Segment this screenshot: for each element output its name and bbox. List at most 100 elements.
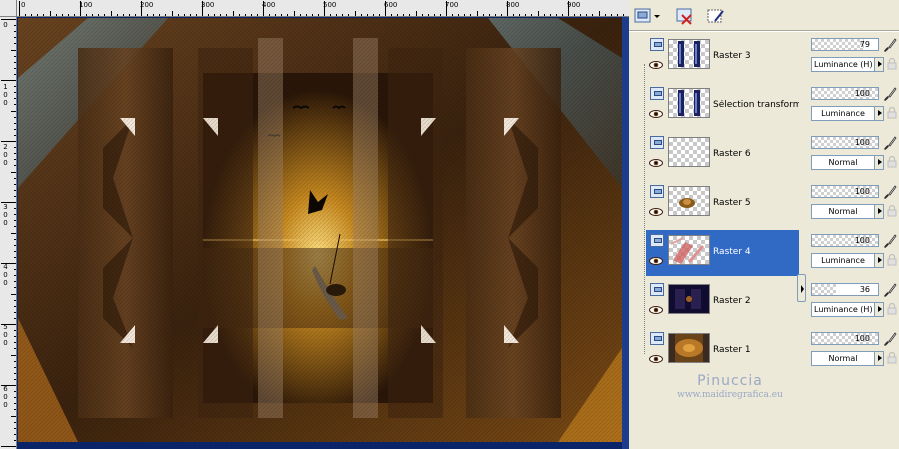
horizontal-ruler: 0 100 200 300 400 500 600 700 800 900 bbox=[17, 0, 629, 17]
layer-name[interactable]: Sélection transformée bbox=[713, 100, 799, 110]
new-layer-icon bbox=[634, 8, 660, 23]
blend-mode-dropdown-arrow[interactable] bbox=[874, 57, 884, 72]
layer-row[interactable]: Raster 4 bbox=[646, 230, 799, 276]
brush-icon[interactable] bbox=[881, 86, 897, 102]
eye-icon[interactable] bbox=[649, 306, 663, 314]
eye-icon[interactable] bbox=[649, 257, 663, 265]
layer-name[interactable]: Raster 6 bbox=[713, 149, 799, 159]
lock-icon[interactable] bbox=[887, 254, 897, 266]
brush-icon[interactable] bbox=[881, 184, 897, 200]
blend-mode-dropdown-arrow[interactable] bbox=[874, 351, 884, 366]
layer-name[interactable]: Raster 3 bbox=[713, 51, 799, 61]
blend-mode-select[interactable]: Luminance (H) bbox=[811, 57, 875, 72]
lock-icon[interactable] bbox=[887, 107, 897, 119]
opacity-value: 100 bbox=[854, 138, 870, 147]
layer-thumbnail[interactable] bbox=[668, 186, 710, 216]
blend-mode-dropdown-arrow[interactable] bbox=[874, 155, 884, 170]
blend-mode-select[interactable]: Luminance bbox=[811, 106, 875, 121]
eye-icon[interactable] bbox=[649, 355, 663, 363]
ruler-label-0: 0 bbox=[21, 1, 26, 9]
opacity-slider[interactable]: 100 bbox=[811, 234, 879, 247]
layer-thumbnail[interactable] bbox=[668, 137, 710, 167]
opacity-slider[interactable]: 100 bbox=[811, 136, 879, 149]
layer-row[interactable]: Raster 6 bbox=[646, 132, 799, 178]
ruler-label-900: 900 bbox=[567, 1, 581, 9]
layer-group-icon[interactable] bbox=[650, 136, 664, 149]
artwork-image bbox=[18, 18, 622, 442]
delete-layer-button[interactable] bbox=[674, 6, 696, 26]
opacity-slider[interactable]: 100 bbox=[811, 332, 879, 345]
brush-icon[interactable] bbox=[881, 135, 897, 151]
layer-list-scroll-thumb[interactable] bbox=[797, 274, 806, 302]
opacity-value: 100 bbox=[854, 187, 870, 196]
layer-thumbnail[interactable] bbox=[668, 88, 710, 118]
layer-thumbnail[interactable] bbox=[668, 235, 710, 265]
layer-row[interactable]: Raster 2 bbox=[646, 279, 799, 325]
opacity-value: 100 bbox=[854, 334, 870, 343]
brush-icon[interactable] bbox=[881, 233, 897, 249]
blend-mode-dropdown-arrow[interactable] bbox=[874, 253, 884, 268]
eye-icon[interactable] bbox=[649, 61, 663, 69]
layer-group-icon[interactable] bbox=[650, 185, 664, 198]
ruler-corner bbox=[0, 0, 17, 17]
ruler-label-100: 100 bbox=[79, 1, 93, 9]
brush-icon[interactable] bbox=[881, 37, 897, 53]
layer-thumbnail[interactable] bbox=[668, 284, 710, 314]
layer-row[interactable]: Raster 5 bbox=[646, 181, 799, 227]
brush-icon[interactable] bbox=[881, 331, 897, 347]
eye-icon[interactable] bbox=[649, 208, 663, 216]
layer-thumbnail[interactable] bbox=[668, 39, 710, 69]
ruler-label-200: 200 bbox=[140, 1, 154, 9]
opacity-slider[interactable]: 100 bbox=[811, 87, 879, 100]
blend-mode-select[interactable]: Luminance (H) bbox=[811, 302, 875, 317]
ruler-label-700: 700 bbox=[445, 1, 459, 9]
opacity-slider[interactable]: 100 bbox=[811, 185, 879, 198]
layer-group-icon[interactable] bbox=[650, 87, 664, 100]
layer-group-icon[interactable] bbox=[650, 332, 664, 345]
layer-thumbnail[interactable] bbox=[668, 333, 710, 363]
ruler-label-300: 300 bbox=[201, 1, 215, 9]
eye-icon[interactable] bbox=[649, 159, 663, 167]
delete-layer-icon bbox=[676, 8, 692, 25]
ruler-label-800: 800 bbox=[506, 1, 520, 9]
vruler-label-0: 0 bbox=[3, 21, 8, 29]
canvas-window: 0 100 200 300 400 500 600 700 800 900 0 … bbox=[0, 0, 629, 449]
blend-mode-dropdown-arrow[interactable] bbox=[874, 302, 884, 317]
opacity-fill bbox=[812, 39, 864, 50]
opacity-value: 79 bbox=[859, 40, 870, 49]
lock-icon[interactable] bbox=[887, 156, 897, 168]
layer-properties-button[interactable] bbox=[705, 6, 727, 26]
canvas-scroll-edge[interactable] bbox=[622, 17, 629, 449]
layer-row[interactable]: Raster 1 bbox=[646, 328, 799, 374]
opacity-slider[interactable]: 79 bbox=[811, 38, 879, 51]
canvas-artwork[interactable] bbox=[18, 18, 622, 442]
layer-group-icon[interactable] bbox=[650, 234, 664, 247]
ruler-label-600: 600 bbox=[384, 1, 398, 9]
layer-name[interactable]: Raster 2 bbox=[713, 296, 799, 306]
layer-properties-row: 100 Normal bbox=[808, 132, 899, 178]
opacity-value: 100 bbox=[854, 236, 870, 245]
blend-mode-select[interactable]: Normal bbox=[811, 204, 875, 219]
blend-mode-select[interactable]: Normal bbox=[811, 155, 875, 170]
blend-mode-select[interactable]: Luminance bbox=[811, 253, 875, 268]
layer-group-icon[interactable] bbox=[650, 38, 664, 51]
lock-icon[interactable] bbox=[887, 58, 897, 70]
new-layer-button[interactable] bbox=[633, 6, 661, 26]
eye-icon[interactable] bbox=[649, 110, 663, 118]
layer-properties-row: 100 Luminance bbox=[808, 230, 899, 276]
blend-mode-select[interactable]: Normal bbox=[811, 351, 875, 366]
layer-row[interactable]: Raster 3 bbox=[646, 34, 799, 80]
blend-mode-dropdown-arrow[interactable] bbox=[874, 204, 884, 219]
blend-mode-dropdown-arrow[interactable] bbox=[874, 106, 884, 121]
layer-name[interactable]: Raster 4 bbox=[713, 247, 799, 257]
lock-icon[interactable] bbox=[887, 303, 897, 315]
lock-icon[interactable] bbox=[887, 205, 897, 217]
layer-name[interactable]: Raster 1 bbox=[713, 345, 799, 355]
lock-icon[interactable] bbox=[887, 352, 897, 364]
layer-row[interactable]: Sélection transformée bbox=[646, 83, 799, 129]
opacity-slider[interactable]: 36 bbox=[811, 283, 879, 296]
brush-icon[interactable] bbox=[881, 282, 897, 298]
layer-name[interactable]: Raster 5 bbox=[713, 198, 799, 208]
vruler-label-600: 600 bbox=[3, 385, 8, 409]
layer-group-icon[interactable] bbox=[650, 283, 664, 296]
